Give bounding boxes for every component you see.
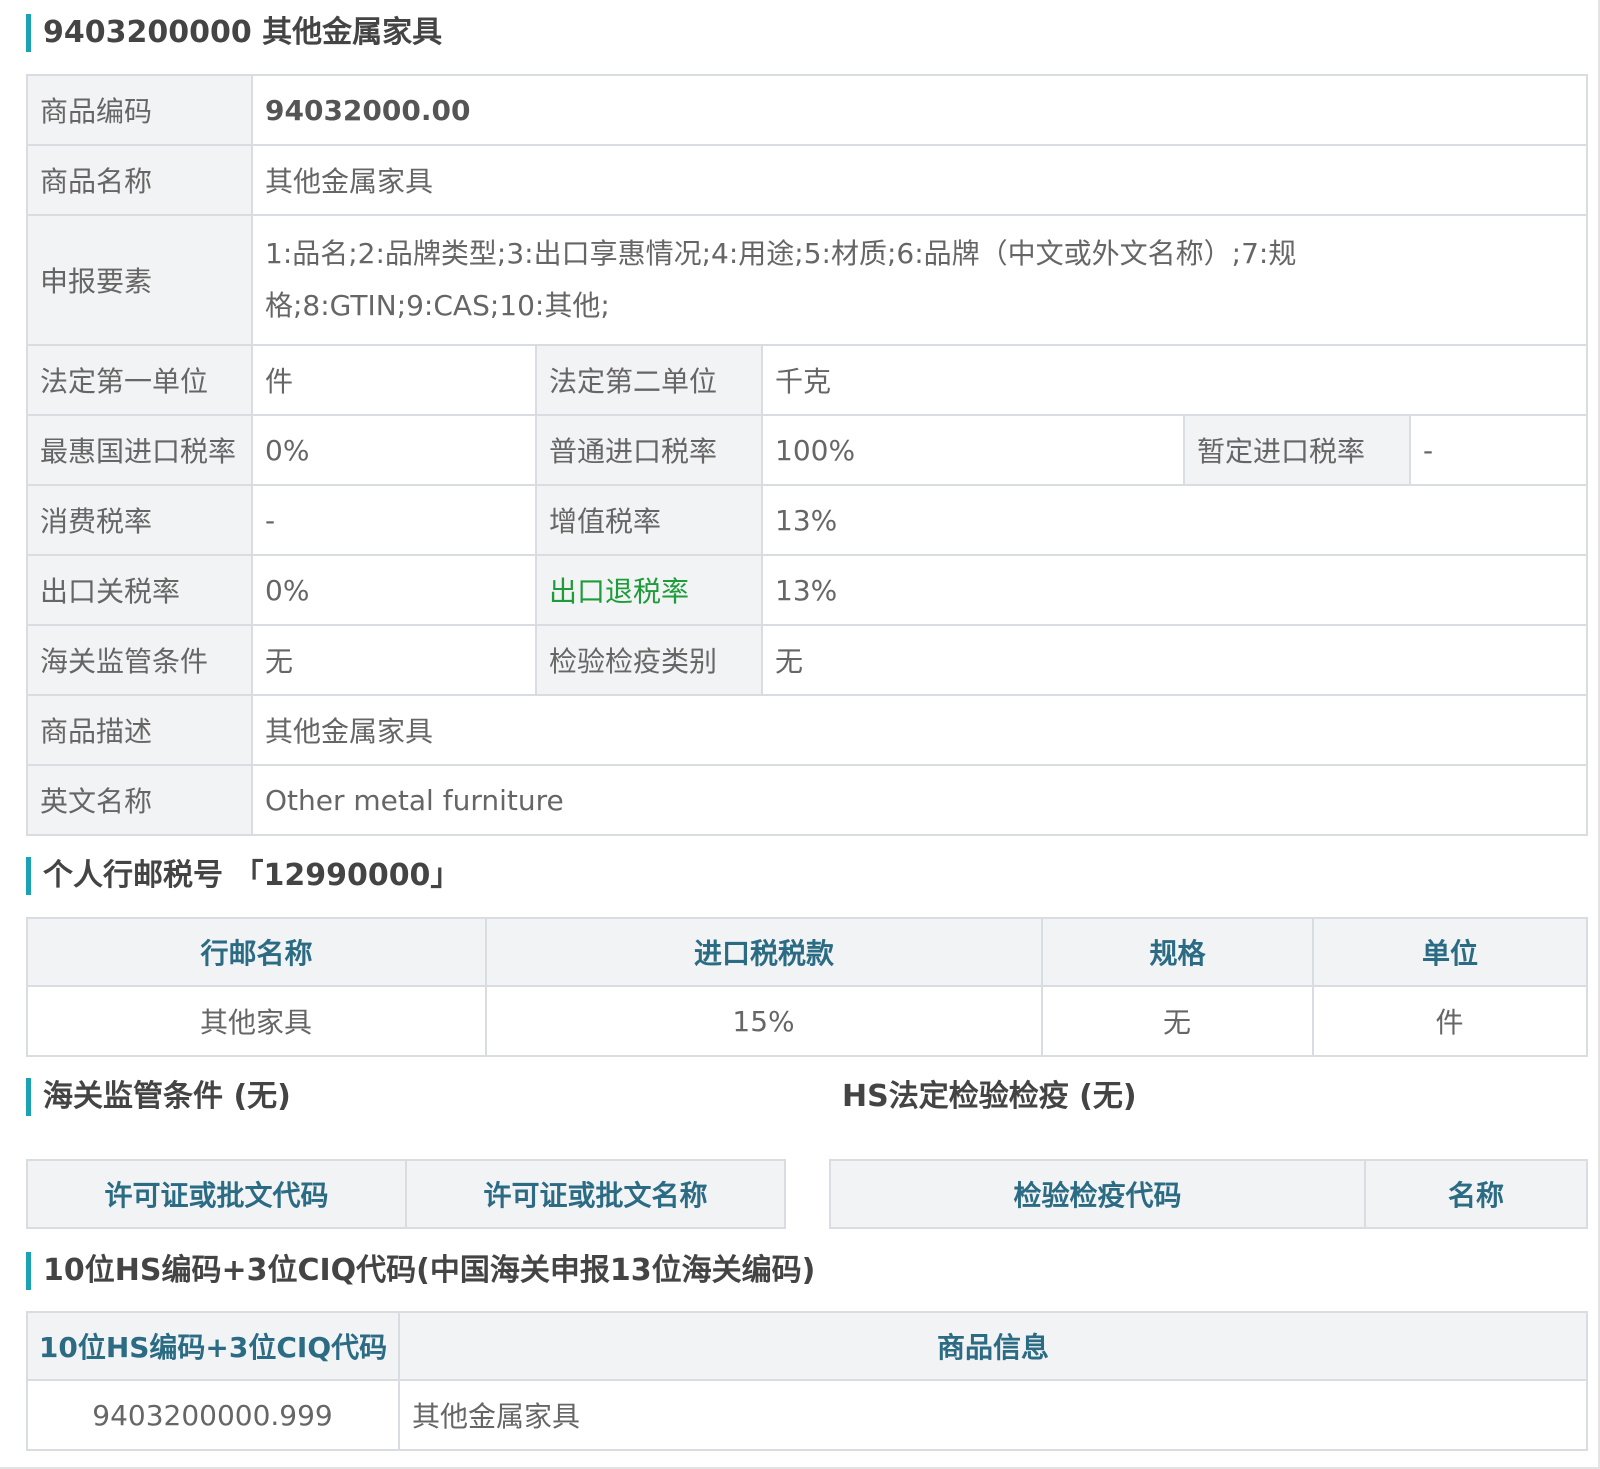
inspection-table: 检验检疫代码 名称 xyxy=(829,1159,1588,1229)
desc-label: 商品描述 xyxy=(26,694,253,766)
cell-spec: 无 xyxy=(1041,985,1314,1057)
table-row: 9403200000.999 其他金属家具 xyxy=(26,1379,1588,1451)
en-name-label: 英文名称 xyxy=(26,764,253,836)
section-title-customs-supervision: 海关监管条件 (无) xyxy=(26,1078,291,1116)
table-row: 消费税率 - 增值税率 13% xyxy=(26,484,1588,556)
unit2-label: 法定第二单位 xyxy=(535,344,763,416)
header-ciq-code: 10位HS编码+3位CIQ代码 xyxy=(26,1311,400,1381)
table-row: 商品名称 其他金属家具 xyxy=(26,144,1588,216)
inspection-value: 无 xyxy=(761,624,1588,696)
mfn-value: 0% xyxy=(251,414,537,486)
header-postal-name: 行邮名称 xyxy=(26,917,487,987)
header-license-name: 许可证或批文名称 xyxy=(405,1159,786,1229)
header-product-info: 商品信息 xyxy=(398,1311,1588,1381)
table-header-row: 许可证或批文代码 许可证或批文名称 xyxy=(26,1159,786,1229)
provisional-value: - xyxy=(1409,414,1588,486)
customs-label: 海关监管条件 xyxy=(26,624,253,696)
section-title-commodity: 9403200000 其他金属家具 xyxy=(26,14,442,52)
header-inspection-name: 名称 xyxy=(1364,1159,1588,1229)
code-value: 94032000.00 xyxy=(251,74,1588,146)
consumption-value: - xyxy=(251,484,537,556)
table-header-row: 10位HS编码+3位CIQ代码 商品信息 xyxy=(26,1311,1588,1381)
export-tariff-value: 0% xyxy=(251,554,537,626)
vat-label: 增值税率 xyxy=(535,484,763,556)
elements-value: 1:品名;2:品牌类型;3:出口享惠情况;4:用途;5:材质;6:品牌（中文或外… xyxy=(251,214,1588,346)
general-value: 100% xyxy=(761,414,1185,486)
table-row: 申报要素 1:品名;2:品牌类型;3:出口享惠情况;4:用途;5:材质;6:品牌… xyxy=(26,214,1588,346)
export-rebate-value: 13% xyxy=(761,554,1588,626)
cell-ciq-code: 9403200000.999 xyxy=(26,1379,400,1451)
cell-unit: 件 xyxy=(1312,985,1588,1057)
commodity-detail-table: 商品编码 94032000.00 商品名称 其他金属家具 申报要素 1:品名;2… xyxy=(26,74,1588,836)
vat-value: 13% xyxy=(761,484,1588,556)
section-title-hs-inspection: HS法定检验检疫 (无) xyxy=(842,1079,1137,1114)
header-license-code: 许可证或批文代码 xyxy=(26,1159,407,1229)
table-row: 最惠国进口税率 0% 普通进口税率 100% 暂定进口税率 - xyxy=(26,414,1588,486)
table-row: 其他家具 15% 无 件 xyxy=(26,985,1588,1057)
export-rebate-link[interactable]: 出口退税率 xyxy=(535,554,763,626)
table-header-row: 行邮名称 进口税税款 规格 单位 xyxy=(26,917,1588,987)
table-row: 商品描述 其他金属家具 xyxy=(26,694,1588,766)
header-import-tax: 进口税税款 xyxy=(485,917,1043,987)
code-label: 商品编码 xyxy=(26,74,253,146)
customs-value: 无 xyxy=(251,624,537,696)
cell-product-info: 其他金属家具 xyxy=(398,1379,1588,1451)
table-row: 法定第一单位 件 法定第二单位 千克 xyxy=(26,344,1588,416)
consumption-label: 消费税率 xyxy=(26,484,253,556)
table-row: 出口关税率 0% 出口退税率 13% xyxy=(26,554,1588,626)
cell-import-tax: 15% xyxy=(485,985,1043,1057)
elements-label: 申报要素 xyxy=(26,214,253,346)
unit1-label: 法定第一单位 xyxy=(26,344,253,416)
section-title-ciq-code: 10位HS编码+3位CIQ代码(中国海关申报13位海关编码) xyxy=(26,1252,815,1290)
cell-postal-name: 其他家具 xyxy=(26,985,487,1057)
table-row: 海关监管条件 无 检验检疫类别 无 xyxy=(26,624,1588,696)
license-table: 许可证或批文代码 许可证或批文名称 xyxy=(26,1159,786,1229)
unit1-value: 件 xyxy=(251,344,537,416)
section-title-postal-tax: 个人行邮税号 「12990000」 xyxy=(26,857,460,895)
table-row: 商品编码 94032000.00 xyxy=(26,74,1588,146)
name-value: 其他金属家具 xyxy=(251,144,1588,216)
en-name-value: Other metal furniture xyxy=(251,764,1588,836)
table-header-row: 检验检疫代码 名称 xyxy=(829,1159,1588,1229)
ciq-code-table: 10位HS编码+3位CIQ代码 商品信息 9403200000.999 其他金属… xyxy=(26,1311,1588,1451)
provisional-label: 暂定进口税率 xyxy=(1183,414,1411,486)
general-label: 普通进口税率 xyxy=(535,414,763,486)
header-unit: 单位 xyxy=(1312,917,1588,987)
header-inspection-code: 检验检疫代码 xyxy=(829,1159,1366,1229)
header-spec: 规格 xyxy=(1041,917,1314,987)
table-row: 英文名称 Other metal furniture xyxy=(26,764,1588,836)
desc-value: 其他金属家具 xyxy=(251,694,1588,766)
mfn-label: 最惠国进口税率 xyxy=(26,414,253,486)
export-tariff-label: 出口关税率 xyxy=(26,554,253,626)
inspection-label: 检验检疫类别 xyxy=(535,624,763,696)
unit2-value: 千克 xyxy=(761,344,1588,416)
name-label: 商品名称 xyxy=(26,144,253,216)
postal-tax-table: 行邮名称 进口税税款 规格 单位 其他家具 15% 无 件 xyxy=(26,917,1588,1057)
